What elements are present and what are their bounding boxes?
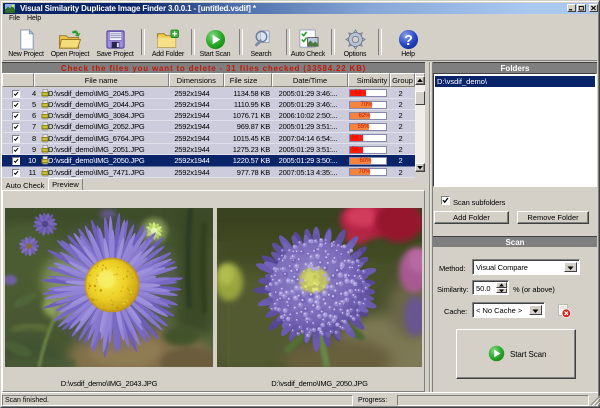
svg-text:?: ? (404, 33, 413, 49)
